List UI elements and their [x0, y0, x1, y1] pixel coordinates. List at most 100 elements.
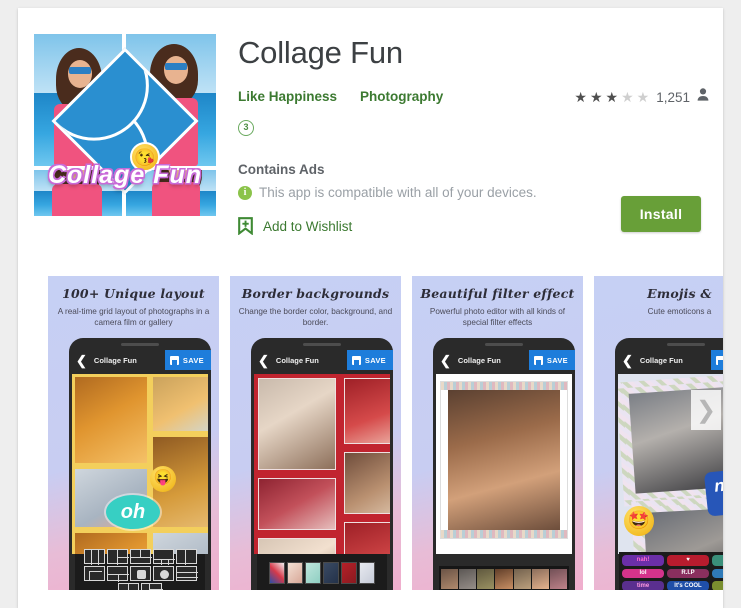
phone-speaker — [485, 343, 523, 346]
tongue-emoji-sticker: 😝 — [150, 466, 176, 492]
layout-option-icon — [129, 565, 151, 581]
save-button: SAVE — [164, 350, 211, 370]
text-sticker: nice — [703, 467, 723, 517]
app-toolbar-title: Collage Fun — [639, 355, 683, 365]
layout-option-icon — [152, 548, 175, 565]
save-button: SAVE — [346, 350, 393, 370]
save-button: SAVE — [528, 350, 575, 370]
background-picker-tray — [257, 554, 387, 590]
screenshot-subheading: Change the border color, background, and… — [238, 307, 393, 327]
app-details-card: 😘 Collage Fun Collage Fun Like Happiness… — [18, 8, 723, 608]
phone-speaker — [121, 343, 159, 346]
screenshot-item[interactable]: 100+ Unique layout A real-time grid layo… — [48, 276, 219, 590]
play-store-app-page: 😘 Collage Fun Collage Fun Like Happiness… — [0, 0, 741, 608]
save-label: SAVE — [182, 355, 204, 365]
phone-mockup: ❮ Collage Fun SAVE — [615, 338, 723, 590]
filter-thumb — [459, 569, 477, 589]
app-details-section: 😘 Collage Fun Collage Fun Like Happiness… — [18, 8, 723, 240]
back-icon: ❮ — [622, 352, 633, 368]
layout-option-icon — [141, 582, 163, 590]
background-swatch — [359, 562, 375, 584]
border-pattern-top — [441, 382, 567, 390]
background-swatch — [323, 562, 339, 584]
background-swatch — [269, 562, 285, 584]
screenshot-item[interactable]: Border backgrounds Change the border col… — [230, 276, 401, 590]
screenshot-heading: Border backgrounds — [241, 286, 390, 301]
category-link[interactable]: Photography — [360, 89, 443, 104]
phone-speaker — [667, 343, 705, 346]
developer-link[interactable]: Like Happiness — [238, 89, 337, 104]
collage-canvas — [436, 374, 572, 554]
collage-canvas — [254, 374, 390, 554]
add-to-wishlist-button[interactable]: Add to Wishlist — [238, 217, 352, 235]
star-icon-2: ★ — [589, 89, 603, 105]
save-icon — [351, 355, 361, 365]
star-icon-1: ★ — [574, 89, 587, 105]
app-toolbar: ❮ Collage Fun SAVE — [433, 350, 575, 370]
background-swatch — [341, 562, 357, 584]
filter-thumb — [531, 569, 549, 589]
install-button[interactable]: Install — [621, 196, 701, 232]
app-toolbar-title: Collage Fun — [275, 355, 319, 365]
sticker-option: nah! — [622, 555, 664, 566]
bookmark-plus-icon — [238, 217, 253, 235]
sticker-option: It's COOL — [667, 581, 709, 590]
filter-thumb — [441, 569, 459, 589]
save-label: SAVE — [364, 355, 386, 365]
screenshot-subheading: Powerful photo editor with all kinds of … — [429, 307, 566, 327]
screenshot-item[interactable]: Beautiful filter effect Powerful photo e… — [412, 276, 583, 590]
star-struck-emoji-sticker: 🤩 — [624, 506, 654, 536]
star-icon-3: ★ — [605, 89, 619, 105]
content-rating-badge[interactable]: 3 — [238, 120, 254, 136]
collage-photo — [441, 382, 567, 538]
app-toolbar-title: Collage Fun — [457, 355, 501, 365]
filter-thumb — [495, 569, 513, 589]
rating-count: 1,251 — [656, 89, 690, 105]
rating-summary: ★ ★ ★ ★ ★ 1,251 — [574, 88, 709, 106]
screenshot-carousel: 100+ Unique layout A real-time grid layo… — [18, 248, 723, 608]
screenshot-caption: Beautiful filter effect Powerful photo e… — [412, 286, 583, 328]
phone-mockup: ❮ Collage Fun SAVE — [433, 338, 575, 590]
filter-thumb — [549, 569, 567, 589]
sticker-option: time — [622, 581, 664, 590]
back-icon: ❮ — [440, 352, 451, 368]
layout-option-icon — [83, 565, 105, 581]
sticker-option: omg — [712, 581, 723, 590]
collage-canvas: 😝 oh — [72, 374, 208, 554]
back-icon: ❮ — [76, 352, 87, 368]
phone-speaker — [303, 343, 341, 346]
screenshot-item[interactable]: Emojis & Cute emoticons a ❮ Collage Fun … — [594, 276, 723, 590]
chevron-right-icon[interactable]: ❯ — [691, 390, 721, 430]
filter-thumb — [513, 569, 531, 589]
layout-option-icon — [83, 548, 105, 565]
sticker-option: R.I.P — [667, 568, 709, 579]
app-icon: 😘 Collage Fun — [34, 34, 216, 216]
app-toolbar: ❮ Collage Fun SAVE — [69, 350, 211, 370]
background-swatch — [287, 562, 303, 584]
sticker-option: wow — [712, 568, 723, 579]
layout-picker-tray — [75, 548, 205, 590]
add-to-wishlist-label: Add to Wishlist — [263, 218, 353, 234]
phone-mockup: ❮ Collage Fun SAVE — [251, 338, 393, 590]
compatibility-text: This app is compatible with all of your … — [259, 185, 537, 200]
star-rating[interactable]: ★ ★ ★ ★ ★ — [574, 90, 652, 104]
person-icon — [697, 88, 709, 106]
app-icon-caption: Collage Fun — [47, 161, 203, 189]
save-icon — [715, 355, 723, 365]
layout-option-icon — [106, 548, 129, 565]
screenshot-heading: Beautiful filter effect — [420, 286, 575, 301]
layout-option-icon — [106, 565, 129, 582]
layout-option-icon — [118, 582, 139, 590]
app-toolbar: ❮ Collage Fun SAVE — [251, 350, 393, 370]
sticker-option: lol — [622, 568, 664, 579]
layout-option-icon — [175, 565, 198, 581]
border-pattern-bottom — [441, 530, 567, 538]
layout-option-icon — [152, 565, 174, 581]
screenshot-caption: 100+ Unique layout A real-time grid layo… — [48, 286, 219, 328]
screenshot-subheading: A real-time grid layout of photographs i… — [57, 307, 210, 327]
sticker-option: ♥ — [667, 555, 709, 566]
layout-option-icon — [175, 548, 197, 565]
text-sticker: oh — [106, 495, 160, 529]
save-icon — [533, 355, 543, 365]
info-icon: i — [238, 185, 252, 200]
